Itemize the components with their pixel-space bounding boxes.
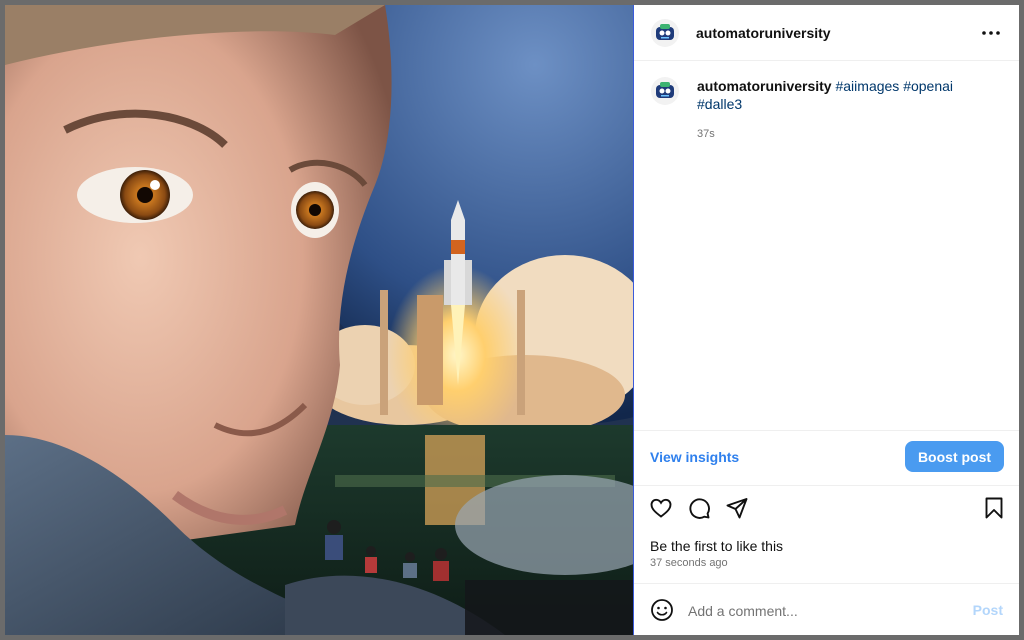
caption-username[interactable]: automatoruniversity bbox=[697, 78, 832, 94]
comment-input[interactable] bbox=[686, 598, 950, 624]
posted-timestamp: 37 seconds ago bbox=[650, 557, 728, 569]
comment-bar: Post bbox=[634, 583, 1019, 635]
heart-icon[interactable] bbox=[648, 495, 674, 521]
post-image[interactable] bbox=[5, 5, 633, 635]
view-insights-link[interactable]: View insights bbox=[650, 449, 739, 465]
hashtag-link[interactable]: #openai bbox=[903, 78, 953, 94]
post-modal: automatoruniversity automatoruniversity … bbox=[5, 5, 1019, 635]
more-options-icon[interactable] bbox=[981, 23, 1001, 43]
likes-text[interactable]: Be the first to like this bbox=[650, 538, 783, 554]
post-image-artwork bbox=[5, 5, 633, 635]
post-actions bbox=[634, 495, 1019, 525]
post-sidebar: automatoruniversity automatoruniversity … bbox=[633, 5, 1019, 635]
caption-timestamp: 37s bbox=[697, 128, 715, 140]
avatar[interactable] bbox=[651, 18, 679, 47]
robot-avatar-icon bbox=[656, 23, 674, 40]
caption-text: automatoruniversity #aiimages #openai #d… bbox=[697, 77, 953, 143]
insights-bar: View insights Boost post bbox=[634, 430, 1019, 486]
hashtag-link[interactable]: #aiimages bbox=[835, 78, 899, 94]
comment-icon[interactable] bbox=[686, 495, 712, 521]
emoji-icon[interactable] bbox=[649, 597, 675, 623]
bookmark-icon[interactable] bbox=[981, 495, 1007, 521]
robot-avatar-icon bbox=[656, 82, 674, 98]
post-caption: automatoruniversity #aiimages #openai #d… bbox=[651, 77, 1001, 143]
avatar[interactable] bbox=[651, 77, 679, 105]
share-icon[interactable] bbox=[724, 495, 750, 521]
boost-post-button[interactable]: Boost post bbox=[905, 441, 1004, 472]
post-header: automatoruniversity bbox=[634, 5, 1019, 61]
hashtag-link[interactable]: #dalle3 bbox=[697, 96, 742, 112]
username[interactable]: automatoruniversity bbox=[696, 25, 831, 41]
post-comment-button[interactable]: Post bbox=[973, 602, 1003, 618]
